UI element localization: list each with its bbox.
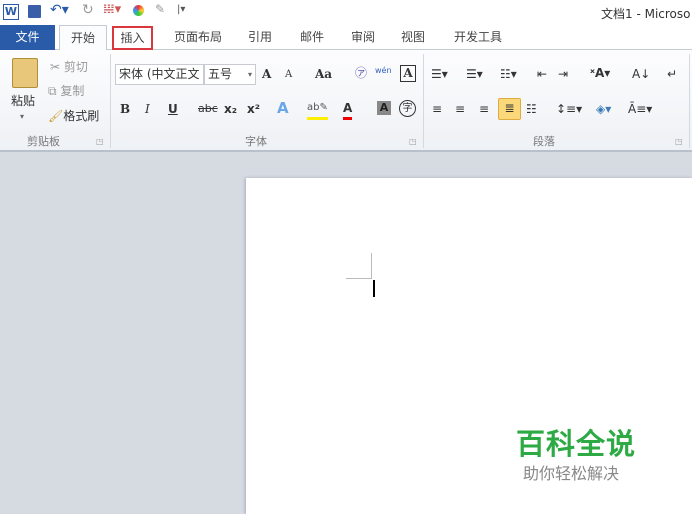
watermark-title: 百科全说 [516,427,637,461]
underline-button[interactable]: U [168,100,178,118]
font-name-select[interactable]: 宋体 (中文正文 [115,64,204,85]
shrink-font-button[interactable]: A [285,66,292,84]
shading-button[interactable]: ◈▾ [596,100,611,118]
color-wheel-icon[interactable] [133,5,144,16]
enclose-char-button[interactable]: 字 [399,100,416,117]
font-launcher-icon[interactable]: ◳ [409,133,417,151]
clipboard-group-label: 剪贴板 [27,135,60,148]
bullets-button[interactable]: ☰▾ [431,65,448,83]
document-page[interactable]: 百科全说 助你轻松解决 [246,178,692,514]
font-size-value: 五号 [208,67,233,81]
paste-dropdown-icon[interactable]: ▾ [20,108,24,126]
divider [689,54,690,148]
show-marks-button[interactable]: ↵ [667,65,677,83]
format-painter-label: 格式刷 [63,109,100,123]
align-right-button[interactable]: ≡ [479,100,489,118]
char-border-button[interactable]: A [400,65,416,82]
strikethrough-button[interactable]: abc [198,100,218,118]
redo-icon[interactable]: ↻ [82,2,94,18]
paragraph-group-label: 段落 [533,135,555,148]
divider [110,54,111,148]
tab-home[interactable]: 开始 [59,25,107,51]
superscript-button[interactable]: x² [247,100,260,118]
format-painter-button[interactable]: 🖌格式刷 [48,107,99,125]
change-case-button[interactable]: Aa [315,65,332,83]
bold-button[interactable]: B [120,100,130,118]
eraser-icon[interactable]: ✎ [155,2,165,16]
title-bar: W ↶▾ ↻ 𝍐▾ ✎ |▾ 文档1 - Microso [0,0,692,25]
copy-button[interactable]: ⧉ 复制 [48,82,84,100]
increase-indent-button[interactable]: ⇥ [558,65,568,83]
font-name-value: 宋体 (中文正文 [119,67,200,81]
numbering-button[interactable]: ☰▾ [466,65,483,83]
chinese-layout-button[interactable]: ˣA▾ [590,64,610,82]
decrease-indent-button[interactable]: ⇤ [537,65,547,83]
text-effects-button[interactable]: A [277,99,289,117]
tab-file[interactable]: 文件 [0,25,55,50]
font-group-label: 字体 [245,135,267,148]
italic-button[interactable]: I [145,100,150,118]
window-title: 文档1 - Microso [601,7,691,21]
cut-button[interactable]: ✂ 剪切 [50,58,88,76]
highlight-button[interactable]: ab✎ [307,99,328,120]
phonetic-wen-button[interactable]: wén [375,62,392,80]
tab-developer[interactable]: 开发工具 [448,25,508,50]
align-center-button[interactable]: ≡ [455,100,465,118]
tab-references[interactable]: 引用 [242,25,278,50]
tab-page-layout[interactable]: 页面布局 [168,25,228,50]
tab-mailings[interactable]: 邮件 [294,25,330,50]
tab-insert[interactable]: 插入 [112,26,153,50]
copy-label: 复制 [60,84,85,98]
word-app-icon[interactable]: W [3,4,19,20]
paste-icon[interactable] [12,58,38,88]
char-shading-button[interactable]: A [377,101,391,115]
font-color-button[interactable]: A [343,99,353,120]
justify-button[interactable]: ≣ [498,98,521,120]
multilevel-list-button[interactable]: ☷▾ [500,65,517,83]
scissors-icon: ✂ [50,60,61,74]
phonetic-guide-icon[interactable]: ㋐ [355,64,367,82]
watermark-subtitle: 助你轻松解决 [523,464,620,483]
sort-button[interactable]: A↓ [632,65,650,83]
paragraph-launcher-icon[interactable]: ◳ [675,133,683,151]
copy-icon: ⧉ [48,84,57,98]
tab-review[interactable]: 审阅 [345,25,381,50]
brush-icon[interactable]: 𝍐▾ [103,2,121,17]
font-size-select[interactable]: 五号 ▾ [204,64,256,85]
brush-icon: 🖌 [48,109,64,123]
save-icon[interactable] [28,5,41,18]
ribbon-tabs: 文件 开始 插入 页面布局 引用 邮件 审阅 视图 开发工具 [0,25,692,51]
subscript-button[interactable]: x₂ [224,100,237,118]
customize-toolbar-icon[interactable]: |▾ [177,4,185,15]
undo-icon[interactable]: ↶▾ [50,2,69,18]
text-cursor [373,280,375,297]
line-spacing-button[interactable]: ↕≡▾ [556,100,582,118]
borders-button[interactable]: Ā≡▾ [628,100,652,118]
ribbon: 粘贴 ▾ ✂ 剪切 ⧉ 复制 🖌格式刷 剪贴板 ◳ 宋体 (中文正文 五号 ▾ A… [0,50,692,152]
distributed-button[interactable]: ☷ [526,100,537,118]
tab-view[interactable]: 视图 [395,25,431,50]
divider [423,54,424,148]
margin-corner-mark [346,253,372,279]
clipboard-launcher-icon[interactable]: ◳ [96,133,104,151]
grow-font-button[interactable]: A [262,65,271,83]
align-left-button[interactable]: ≡ [432,100,442,118]
cut-label: 剪切 [63,60,88,74]
